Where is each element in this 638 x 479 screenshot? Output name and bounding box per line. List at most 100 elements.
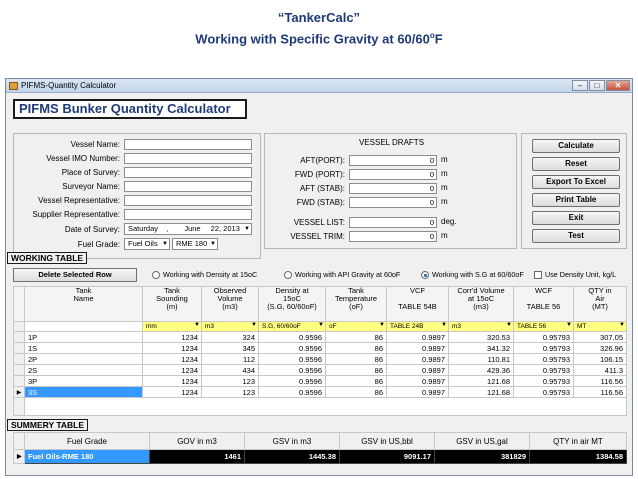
cell-corrected-volume[interactable]: 429.36 bbox=[448, 364, 514, 376]
vessel-list-field[interactable]: 0 bbox=[349, 217, 437, 228]
fwd-stab-field[interactable]: 0 bbox=[349, 197, 437, 208]
cell-qty-in-air[interactable]: 307.05 bbox=[573, 331, 627, 343]
cell-temperature[interactable]: 86 bbox=[325, 375, 387, 387]
unit-select-qty[interactable]: MT ▼ bbox=[573, 321, 627, 332]
cell-temperature[interactable]: 86 bbox=[325, 331, 387, 343]
cell-corrected-volume[interactable]: 121.68 bbox=[448, 386, 514, 398]
row-header[interactable] bbox=[13, 353, 25, 365]
sum-col-gsv-bbl[interactable]: GSV in US,bbl bbox=[339, 432, 435, 450]
delete-selected-row-button[interactable]: Delete Selected Row bbox=[13, 268, 137, 282]
sum-cell-fuel-grade[interactable]: Fuel Oils-RME 180 bbox=[24, 449, 150, 464]
cell-corrected-volume[interactable]: 121.68 bbox=[448, 375, 514, 387]
cell-wcf[interactable]: 0.95793 bbox=[513, 386, 574, 398]
maximize-button[interactable]: □ bbox=[589, 80, 605, 91]
col-header-vcf[interactable]: VCF TABLE 54B bbox=[386, 286, 449, 322]
cell-sounding[interactable]: 1234 bbox=[142, 375, 202, 387]
cell-vcf[interactable]: 0.9897 bbox=[386, 364, 449, 376]
col-header-tank-sounding[interactable]: Tank Sounding (m) bbox=[142, 286, 202, 322]
cell-density[interactable]: 0.9596 bbox=[258, 386, 326, 398]
cell-wcf[interactable]: 0.95793 bbox=[513, 353, 574, 365]
cell-wcf[interactable]: 0.95793 bbox=[513, 331, 574, 343]
table-row[interactable]: 1P 1234 324 0.9596 86 0.9897 320.53 0.95… bbox=[13, 331, 627, 343]
col-header-tank-name[interactable]: Tank Name bbox=[24, 286, 143, 322]
unit-select-density[interactable]: S.G, 60/60oF ▼ bbox=[258, 321, 326, 332]
cell-vcf[interactable]: 0.9897 bbox=[386, 342, 449, 354]
current-row-marker-icon[interactable]: ▶ bbox=[13, 386, 25, 398]
sum-col-gov-m3[interactable]: GOV in m3 bbox=[149, 432, 245, 450]
row-header[interactable] bbox=[13, 331, 25, 343]
cell-temperature[interactable]: 86 bbox=[325, 342, 387, 354]
vessel-trim-field[interactable]: 0 bbox=[349, 231, 437, 242]
cell-qty-in-air[interactable]: 411.3 bbox=[573, 364, 627, 376]
unit-select-sounding[interactable]: mm ▼ bbox=[142, 321, 202, 332]
current-row-marker-icon[interactable]: ▶ bbox=[13, 449, 25, 464]
place-of-survey-field[interactable] bbox=[124, 167, 252, 178]
vessel-imo-field[interactable] bbox=[124, 153, 252, 164]
table-row[interactable]: 1S 1234 345 0.9596 86 0.9897 341.32 0.95… bbox=[13, 342, 627, 354]
summary-row[interactable]: ▶ Fuel Oils-RME 180 1461 1445.38 9091.17… bbox=[13, 449, 627, 464]
vessel-representative-field[interactable] bbox=[124, 195, 252, 206]
cell-tank-name[interactable]: 1P bbox=[24, 331, 143, 343]
sum-col-gsv-m3[interactable]: GSV in m3 bbox=[244, 432, 340, 450]
cell-qty-in-air[interactable]: 326.96 bbox=[573, 342, 627, 354]
sum-col-qty-mt[interactable]: QTY in air MT bbox=[529, 432, 627, 450]
cell-temperature[interactable]: 86 bbox=[325, 364, 387, 376]
cell-vcf[interactable]: 0.9897 bbox=[386, 331, 449, 343]
cell-density[interactable]: 0.9596 bbox=[258, 353, 326, 365]
cell-observed-volume[interactable]: 123 bbox=[201, 375, 259, 387]
cell-vcf[interactable]: 0.9897 bbox=[386, 375, 449, 387]
cell-density[interactable]: 0.9596 bbox=[258, 375, 326, 387]
close-button[interactable]: ✕ bbox=[606, 80, 630, 91]
reset-button[interactable]: Reset bbox=[532, 157, 620, 171]
sum-cell-gsv-m3[interactable]: 1445.38 bbox=[244, 449, 340, 464]
cell-temperature[interactable]: 86 bbox=[325, 353, 387, 365]
surveyor-name-field[interactable] bbox=[124, 181, 252, 192]
sum-cell-gov-m3[interactable]: 1461 bbox=[149, 449, 245, 464]
cell-vcf[interactable]: 0.9897 bbox=[386, 353, 449, 365]
cell-vcf[interactable]: 0.9897 bbox=[386, 386, 449, 398]
print-table-button[interactable]: Print Table bbox=[532, 193, 620, 207]
cell-corrected-volume[interactable]: 320.53 bbox=[448, 331, 514, 343]
cell-tank-name[interactable]: 1S bbox=[24, 342, 143, 354]
cell-observed-volume[interactable]: 434 bbox=[201, 364, 259, 376]
cell-wcf[interactable]: 0.95793 bbox=[513, 342, 574, 354]
radio-api-gravity-60f[interactable]: Working with API Gravity at 60oF bbox=[284, 270, 400, 279]
fuel-type-select[interactable]: Fuel Oils ▼ bbox=[124, 238, 170, 250]
table-row-selected[interactable]: ▶ 3S 1234 123 0.9596 86 0.9897 121.68 0.… bbox=[13, 386, 627, 398]
row-header[interactable] bbox=[13, 375, 25, 387]
sum-cell-gsv-gal[interactable]: 381829 bbox=[434, 449, 530, 464]
col-header-corrected-volume[interactable]: Corr'd Volume at 15oC (m3) bbox=[448, 286, 514, 322]
use-density-unit-checkbox[interactable]: Use Density Unit, kg/L bbox=[534, 270, 616, 279]
unit-select-corrected-volume[interactable]: m3 ▼ bbox=[448, 321, 514, 332]
cell-tank-name[interactable]: 2S bbox=[24, 364, 143, 376]
unit-select-wcf-table[interactable]: TABLE 56 ▼ bbox=[513, 321, 574, 332]
cell-sounding[interactable]: 1234 bbox=[142, 342, 202, 354]
sum-cell-qty-mt[interactable]: 1384.58 bbox=[529, 449, 627, 464]
col-header-density[interactable]: Density at 15oC (S.G, 60/60oF) bbox=[258, 286, 326, 322]
cell-density[interactable]: 0.9596 bbox=[258, 342, 326, 354]
cell-sounding[interactable]: 1234 bbox=[142, 386, 202, 398]
date-of-survey-picker[interactable]: Saturday , June 22, 2013 ▼ bbox=[124, 223, 252, 235]
col-header-observed-volume[interactable]: Observed Volume (m3) bbox=[201, 286, 259, 322]
aft-stab-field[interactable]: 0 bbox=[349, 183, 437, 194]
cell-qty-in-air[interactable]: 106.15 bbox=[573, 353, 627, 365]
fuel-grade-select[interactable]: RME 180 ▼ bbox=[172, 238, 218, 250]
cell-tank-name[interactable]: 2P bbox=[24, 353, 143, 365]
table-row[interactable]: 2S 1234 434 0.9596 86 0.9897 429.36 0.95… bbox=[13, 364, 627, 376]
window-titlebar[interactable]: PIFMS-Quantity Calculator – □ ✕ bbox=[6, 79, 632, 93]
cell-density[interactable]: 0.9596 bbox=[258, 331, 326, 343]
supplier-representative-field[interactable] bbox=[124, 209, 252, 220]
cell-sounding[interactable]: 1234 bbox=[142, 364, 202, 376]
cell-wcf[interactable]: 0.95793 bbox=[513, 364, 574, 376]
cell-observed-volume[interactable]: 123 bbox=[201, 386, 259, 398]
cell-observed-volume[interactable]: 345 bbox=[201, 342, 259, 354]
exit-button[interactable]: Exit bbox=[532, 211, 620, 225]
cell-qty-in-air[interactable]: 116.56 bbox=[573, 375, 627, 387]
cell-observed-volume[interactable]: 324 bbox=[201, 331, 259, 343]
cell-sounding[interactable]: 1234 bbox=[142, 331, 202, 343]
cell-corrected-volume[interactable]: 341.32 bbox=[448, 342, 514, 354]
col-header-tank-temperature[interactable]: Tank Temperature (oF) bbox=[325, 286, 387, 322]
fwd-port-field[interactable]: 0 bbox=[349, 169, 437, 180]
cell-density[interactable]: 0.9596 bbox=[258, 364, 326, 376]
unit-select-vcf-table[interactable]: TABLE 24B ▼ bbox=[386, 321, 449, 332]
